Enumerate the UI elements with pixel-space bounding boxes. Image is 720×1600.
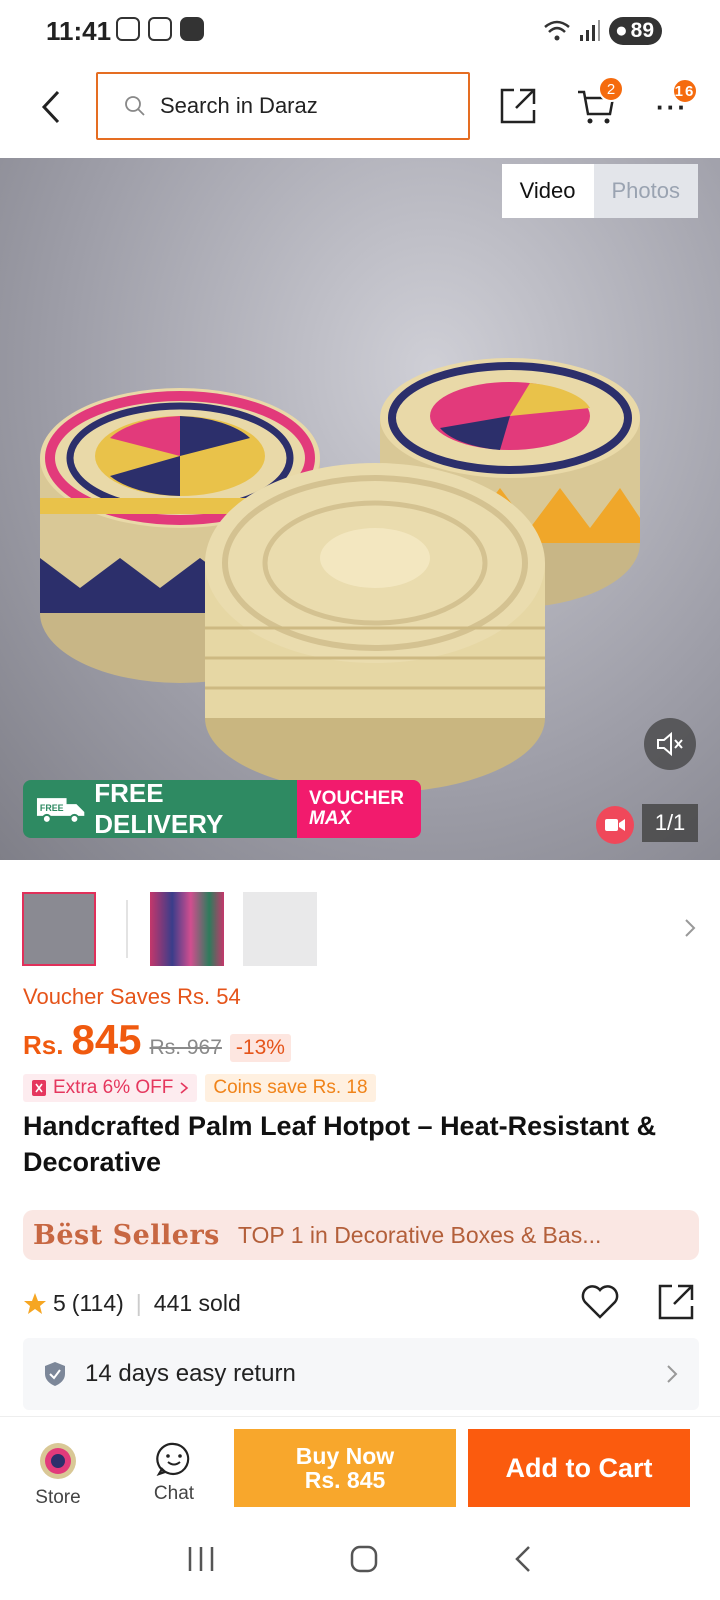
product-video-frame (40, 358, 640, 793)
returns-label: 14 days easy return (85, 1360, 296, 1387)
search-icon (125, 96, 145, 116)
thumbnail-divider (126, 900, 128, 958)
promo-banner: FREE FREE DELIVERY VOUCHER MAX (23, 780, 421, 838)
search-placeholder: Search in Daraz (160, 93, 318, 118)
battery-saver-icon: ● (614, 19, 628, 42)
extra-off-chip[interactable]: Extra 6% OFF (23, 1074, 198, 1102)
original-price: Rs. 967 (149, 1036, 222, 1059)
buy-now-price: Rs. 845 (304, 1467, 386, 1493)
cart-button[interactable]: 2 (576, 76, 624, 131)
cart-count-badge: 2 (598, 76, 624, 102)
store-button[interactable]: Store (30, 1441, 86, 1509)
speaker-muted-icon (657, 731, 683, 757)
free-tag: FREE (40, 803, 64, 813)
voucher-max-line1: VOUCHER (309, 788, 405, 809)
discount-badge: -13% (229, 1034, 291, 1062)
buy-now-button[interactable]: Buy Now Rs. 845 (234, 1429, 456, 1507)
share-icon[interactable] (498, 86, 538, 126)
returns-policy-row[interactable]: 14 days easy return (23, 1338, 699, 1410)
thumbnail-photo-2[interactable] (243, 892, 317, 966)
chat-icon (156, 1442, 190, 1476)
media-type-toggle: Video Photos (501, 164, 698, 218)
top-nav: Search in Daraz 2 ··· 16 (0, 62, 720, 154)
chat-label: Chat (153, 1483, 195, 1504)
review-count: (114) (71, 1290, 124, 1316)
store-label: Store (35, 1487, 81, 1508)
signal-icon (579, 20, 600, 41)
voucher-max-line2: MAX (309, 808, 352, 829)
best-sellers-rank: TOP 1 in Decorative Boxes & Bas... (237, 1221, 602, 1248)
product-title: Handcrafted Palm Leaf Hotpot – Heat-Resi… (23, 1111, 657, 1177)
voucher-saves-text: Voucher Saves Rs. 54 (23, 984, 241, 1009)
thumbnail-video[interactable] (22, 892, 96, 966)
media-counter: 1/1 (642, 804, 698, 842)
voucher-tag-icon (32, 1080, 46, 1096)
rating-divider: | (135, 1290, 142, 1316)
price-value: 845 (71, 1016, 142, 1063)
chat-button[interactable]: Chat (146, 1441, 202, 1505)
share-icon[interactable] (656, 1282, 696, 1322)
buy-now-label: Buy Now (295, 1443, 395, 1469)
scan-icon (148, 17, 172, 41)
mute-button[interactable] (644, 718, 696, 770)
tab-photos[interactable]: Photos (593, 164, 698, 218)
thumbnail-photo-1[interactable] (150, 892, 224, 966)
wifi-icon (544, 20, 570, 41)
chevron-right-icon (667, 1365, 678, 1383)
shield-check-icon (45, 1362, 65, 1386)
system-back-icon[interactable] (512, 1544, 534, 1574)
status-time: 11:41 (46, 16, 112, 46)
chevron-right-icon[interactable] (682, 914, 698, 942)
status-system-icons: ● 89 (543, 17, 662, 45)
add-to-cart-button[interactable]: Add to Cart (468, 1429, 690, 1507)
status-bar: 11:41 ● 89 (0, 0, 720, 62)
extra-off-label: Extra 6% OFF (53, 1077, 174, 1098)
price-currency: Rs. (23, 1030, 64, 1060)
search-input[interactable]: Search in Daraz (96, 72, 470, 140)
free-delivery-badge: FREE FREE DELIVERY (23, 780, 297, 838)
promo-row: Extra 6% OFF Coins save Rs. 18 (23, 1074, 376, 1102)
message-count-badge: 16 (672, 78, 698, 104)
battery-indicator: ● 89 (608, 17, 662, 45)
voucher-max-badge: VOUCHER MAX (297, 780, 421, 838)
tab-video[interactable]: Video (501, 164, 594, 218)
more-options-button[interactable]: ··· 16 (656, 78, 698, 123)
back-arrow-icon[interactable] (34, 84, 70, 130)
rating-row[interactable]: 5 (114) | 441 sold (23, 1290, 241, 1317)
delivery-truck-icon: FREE (36, 798, 85, 824)
chevron-right-icon (180, 1082, 189, 1094)
system-navigation-bar (0, 1518, 720, 1600)
price-row: Rs. 845 Rs. 967 -13% (23, 1016, 291, 1064)
heart-icon[interactable] (580, 1284, 620, 1320)
product-actions (580, 1282, 696, 1322)
sold-count: 441 sold (153, 1290, 241, 1316)
bottom-action-bar: Store Chat Buy Now Rs. 845 Add to Cart (0, 1416, 720, 1516)
thumbnail-strip (22, 892, 702, 968)
coins-save-chip: Coins save Rs. 18 (205, 1074, 376, 1102)
recent-apps-icon[interactable] (186, 1545, 216, 1573)
best-sellers-logo: Bëst Sellers (33, 1219, 220, 1251)
free-delivery-label: FREE DELIVERY (94, 780, 224, 838)
battery-level: 89 (630, 19, 654, 42)
rating-value: 5 (53, 1290, 66, 1316)
app-notification-icon (180, 17, 204, 41)
product-media[interactable]: Video Photos FREE FREE DELIVERY VOUCHER … (0, 158, 720, 860)
best-sellers-banner[interactable]: Bëst Sellers TOP 1 in Decorative Boxes &… (23, 1210, 699, 1260)
instagram-icon (116, 17, 140, 41)
star-icon (24, 1292, 46, 1314)
store-logo-icon (40, 1443, 76, 1479)
video-camera-icon (596, 806, 634, 844)
status-notification-icons (116, 17, 204, 41)
home-icon[interactable] (349, 1544, 379, 1574)
